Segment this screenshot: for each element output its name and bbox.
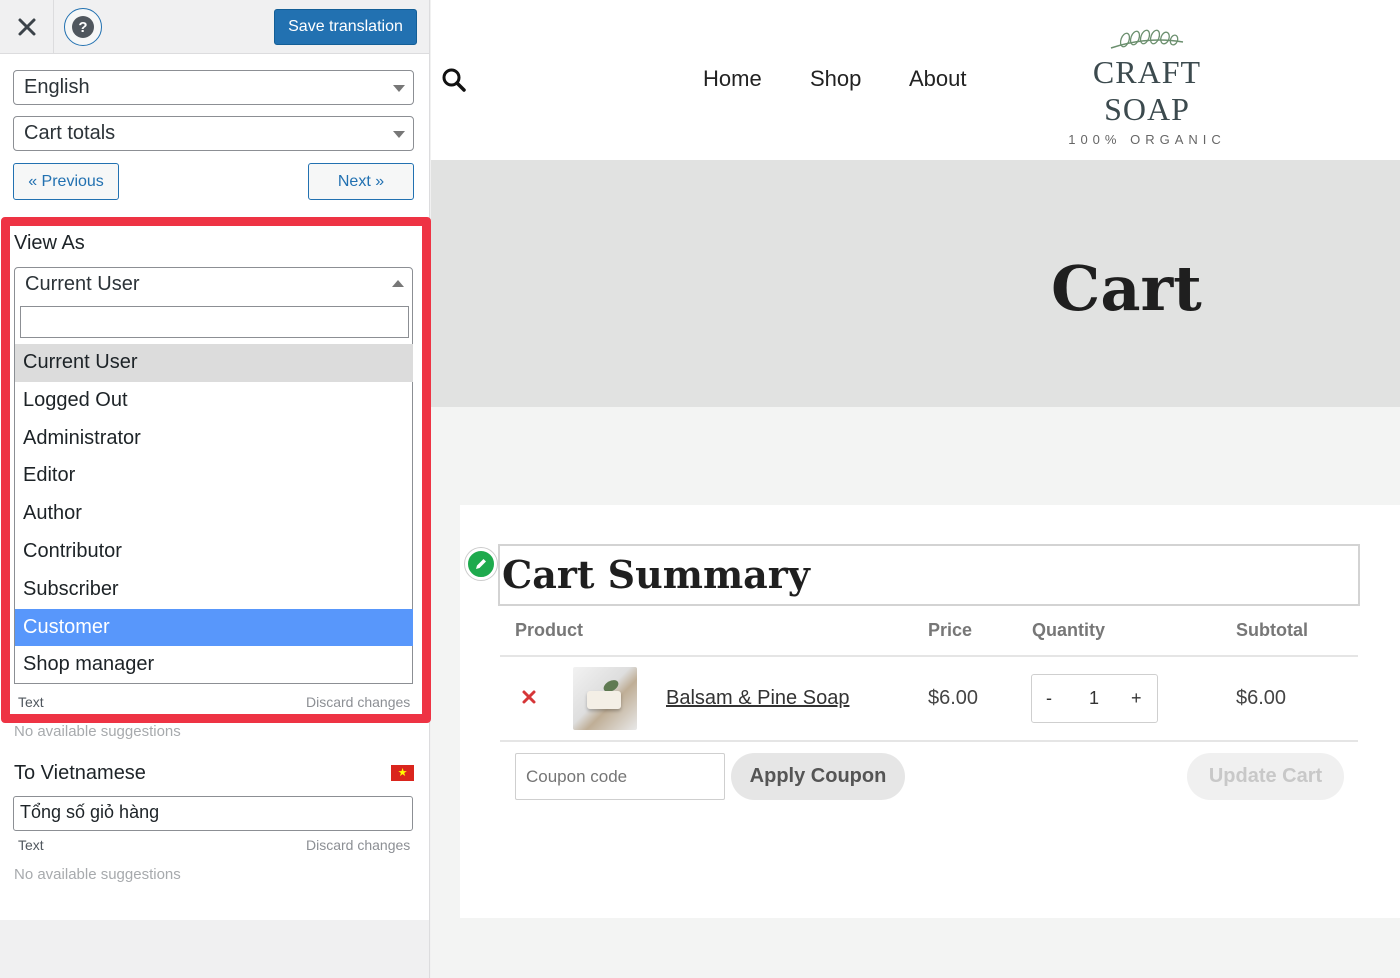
item-price: $6.00 xyxy=(928,687,979,709)
save-translation-button[interactable]: Save translation xyxy=(274,9,417,45)
header-subtotal: Subtotal xyxy=(1236,620,1308,640)
table-divider xyxy=(500,655,1358,657)
pencil-icon xyxy=(476,559,486,569)
site-logo[interactable]: CRAFT SOAP 100% ORGANIC xyxy=(1047,28,1247,147)
view-as-option[interactable]: Administrator xyxy=(15,420,413,458)
view-as-dropdown: Current User Logged Out Administrator Edito… xyxy=(14,300,413,684)
editor-toolbar: ? Save translation xyxy=(0,0,429,54)
source-suggestions: No available suggestions xyxy=(14,723,181,740)
menu-shop[interactable]: Shop xyxy=(810,66,861,92)
view-as-option[interactable]: Customer xyxy=(15,608,413,647)
cart-summary-heading-box: Cart Summary xyxy=(498,544,1360,606)
string-select-value: Cart totals xyxy=(24,122,116,144)
chevron-up-icon xyxy=(392,280,404,287)
logo-title: CRAFT SOAP xyxy=(1092,54,1202,127)
quantity-stepper[interactable]: - 1 + xyxy=(1031,674,1158,723)
qty-value[interactable]: 1 xyxy=(1089,688,1099,709)
coupon-code-input[interactable] xyxy=(515,753,725,800)
string-select[interactable]: Cart totals xyxy=(13,116,414,151)
view-as-option[interactable]: Contributor xyxy=(15,533,413,571)
target-discard-link[interactable]: Discard changes xyxy=(306,837,410,853)
vietnamese-translation-input[interactable]: Tổng số giỏ hàng xyxy=(13,796,413,831)
header-quantity: Quantity xyxy=(1032,620,1106,640)
edit-pencil-button[interactable] xyxy=(465,548,497,580)
product-name-link[interactable]: Balsam & Pine Soap xyxy=(666,687,849,710)
update-cart-button[interactable]: Update Cart xyxy=(1187,753,1344,800)
source-discard-link[interactable]: Discard changes xyxy=(306,694,410,710)
help-icon: ? xyxy=(72,16,94,38)
header-price: Price xyxy=(928,620,973,640)
source-type-label: Text xyxy=(18,694,44,710)
language-select[interactable]: English xyxy=(13,70,414,105)
apply-coupon-button[interactable]: Apply Coupon xyxy=(731,753,905,800)
previous-button[interactable]: « Previous xyxy=(13,163,119,200)
search-icon[interactable] xyxy=(441,67,467,93)
view-as-select[interactable]: Current User xyxy=(14,267,413,302)
qty-decrease-button[interactable]: - xyxy=(1046,688,1052,709)
chevron-down-icon xyxy=(393,85,405,92)
logo-subtitle: 100% ORGANIC xyxy=(1068,132,1226,147)
target-language-label: To Vietnamese xyxy=(14,762,146,784)
qty-increase-button[interactable]: + xyxy=(1131,688,1142,709)
view-as-option[interactable]: Author xyxy=(15,495,413,533)
view-as-search-input[interactable] xyxy=(20,306,409,338)
view-as-option[interactable]: Current User xyxy=(15,344,413,382)
page-title: Cart xyxy=(1051,252,1202,325)
item-subtotal: $6.00 xyxy=(1236,687,1287,709)
site-header: Home Shop About CRAFT SOAP 100% ORGANIC xyxy=(431,0,1400,160)
view-as-option[interactable]: Editor xyxy=(15,457,413,495)
product-thumbnail[interactable] xyxy=(573,667,637,730)
view-as-option[interactable]: Shop manager xyxy=(15,646,413,684)
remove-item-icon[interactable] xyxy=(521,689,537,705)
view-as-option[interactable]: Subscriber xyxy=(15,571,413,609)
site-preview: Home Shop About CRAFT SOAP 100% ORGANIC … xyxy=(431,0,1400,978)
view-as-option[interactable]: Logged Out xyxy=(15,382,413,420)
chevron-down-icon xyxy=(393,131,405,138)
next-button[interactable]: Next » xyxy=(308,163,414,200)
vietnam-flag-icon: ★ xyxy=(391,765,414,781)
cart-summary-title: Cart Summary xyxy=(502,552,810,597)
target-suggestions: No available suggestions xyxy=(14,866,181,883)
target-type-label: Text xyxy=(18,837,44,853)
table-divider xyxy=(500,740,1358,742)
view-as-options: Current User Logged Out Administrator Edito… xyxy=(15,344,413,684)
close-editor-button[interactable] xyxy=(0,0,54,54)
close-icon xyxy=(18,18,35,36)
language-select-value: English xyxy=(24,76,90,98)
menu-home[interactable]: Home xyxy=(703,66,762,92)
menu-about[interactable]: About xyxy=(909,66,967,92)
header-product: Product xyxy=(515,620,584,640)
leaf-branch-icon xyxy=(1110,29,1184,49)
page-hero: Cart xyxy=(431,160,1400,407)
help-button[interactable]: ? xyxy=(64,8,102,46)
view-as-select-value: Current User xyxy=(25,273,140,295)
translation-editor-panel: ? Save translation English Cart totals «… xyxy=(0,0,431,978)
view-as-label: View As xyxy=(14,232,85,254)
